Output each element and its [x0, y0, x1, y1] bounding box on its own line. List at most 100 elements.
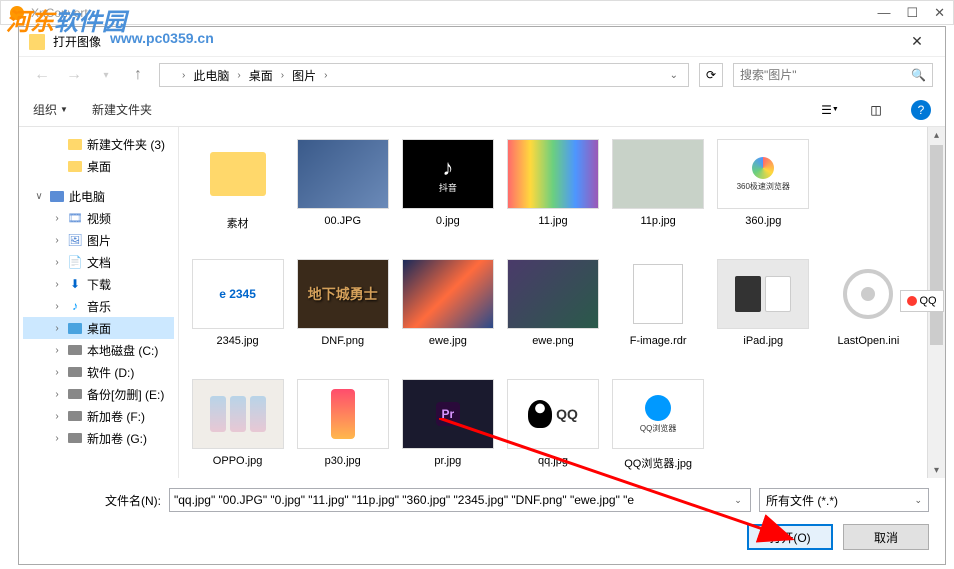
tree-item[interactable]: ∨此电脑: [23, 185, 174, 207]
tree-item[interactable]: › 软件 (D:): [23, 361, 174, 383]
tree-item[interactable]: ›本地磁盘 (C:): [23, 339, 174, 361]
tree-twisty-icon[interactable]: ›: [51, 367, 63, 378]
tree-item[interactable]: 新建文件夹 (3): [23, 133, 174, 155]
tree-twisty-icon[interactable]: ∨: [33, 191, 45, 202]
file-item[interactable]: QQ qq.jpg: [502, 375, 603, 478]
file-item[interactable]: 地下城勇士DNF.png: [292, 255, 393, 371]
address-bar[interactable]: › 此电脑 › 桌面 › 图片 › ⌄: [159, 63, 689, 87]
file-item[interactable]: 抖音0.jpg: [397, 135, 498, 251]
tree-item[interactable]: ›桌面: [23, 317, 174, 339]
tree-item-label: 备份[勿删] (E:): [87, 386, 164, 403]
open-button[interactable]: 打开(O): [747, 524, 833, 550]
tree-item[interactable]: ›🎞视频: [23, 207, 174, 229]
tree-item[interactable]: ›🖼图片: [23, 229, 174, 251]
tree-item[interactable]: ›♪音乐: [23, 295, 174, 317]
file-name: F-image.rdr: [630, 335, 687, 347]
close-icon[interactable]: ✕: [934, 5, 945, 21]
scroll-up-icon[interactable]: ▴: [928, 127, 945, 143]
tree-item[interactable]: ›新加卷 (F:): [23, 405, 174, 427]
tree-twisty-icon[interactable]: ›: [51, 389, 63, 400]
new-folder-button[interactable]: 新建文件夹: [92, 101, 152, 118]
scroll-down-icon[interactable]: ▾: [928, 462, 945, 478]
scroll-thumb[interactable]: [930, 145, 943, 345]
video-icon: 🎞: [67, 210, 83, 226]
content-area: 素材00.JPG抖音0.jpg11.jpg11p.jpg360极速浏览器360.…: [179, 127, 945, 478]
filename-combo[interactable]: ⌄: [169, 488, 751, 512]
tree-item[interactable]: › 备份[勿删] (E:): [23, 383, 174, 405]
chevron-right-icon[interactable]: ›: [182, 70, 185, 81]
tree-twisty-icon[interactable]: ›: [51, 345, 63, 356]
file-item[interactable]: 11p.jpg: [608, 135, 709, 251]
pc-icon: [49, 188, 65, 204]
file-thumbnail: QQ: [507, 379, 599, 449]
tree-item[interactable]: ›新加卷 (G:): [23, 427, 174, 449]
address-dropdown[interactable]: ⌄: [664, 70, 684, 81]
breadcrumb-item[interactable]: 图片: [288, 65, 320, 86]
search-icon[interactable]: 🔍: [911, 68, 926, 82]
tree-item[interactable]: [23, 177, 174, 185]
tree-twisty-icon[interactable]: ›: [51, 323, 63, 334]
qq-floating-badge[interactable]: QQ: [900, 290, 944, 312]
maximize-icon[interactable]: ☐: [906, 5, 918, 21]
file-item[interactable]: OPPO.jpg: [187, 375, 288, 478]
tree-item[interactable]: ›📄文档: [23, 251, 174, 273]
recent-dropdown[interactable]: ▾: [95, 64, 117, 86]
organize-menu[interactable]: 组织▼: [33, 101, 68, 118]
dialog-close-button[interactable]: ✕: [899, 32, 935, 52]
tree-twisty-icon[interactable]: ›: [51, 257, 63, 268]
file-item[interactable]: p30.jpg: [292, 375, 393, 478]
folder-icon: [67, 136, 83, 152]
file-item[interactable]: F-image.rdr: [608, 255, 709, 371]
tree-item[interactable]: ›⬇下载: [23, 273, 174, 295]
tree-twisty-icon[interactable]: ›: [51, 411, 63, 422]
tree-twisty-icon[interactable]: ›: [51, 235, 63, 246]
file-item[interactable]: e 23452345.jpg: [187, 255, 288, 371]
tree-twisty-icon[interactable]: ›: [51, 301, 63, 312]
back-button[interactable]: ←: [31, 64, 53, 86]
chevron-right-icon[interactable]: ›: [237, 70, 240, 81]
file-item[interactable]: 00.JPG: [292, 135, 393, 251]
chevron-right-icon[interactable]: ›: [281, 70, 284, 81]
file-item[interactable]: iPad.jpg: [713, 255, 814, 371]
tree-item[interactable]: 桌面: [23, 155, 174, 177]
breadcrumb-item[interactable]: 此电脑: [189, 65, 233, 86]
file-grid[interactable]: 素材00.JPG抖音0.jpg11.jpg11p.jpg360极速浏览器360.…: [179, 127, 927, 478]
tree-twisty-icon[interactable]: ›: [51, 279, 63, 290]
tree-item-label: 软件 (D:): [87, 364, 134, 381]
file-thumbnail: e 2345: [192, 259, 284, 329]
file-item[interactable]: QQ浏览器QQ浏览器.jpg: [608, 375, 709, 478]
folder-icon: [164, 70, 178, 81]
file-item[interactable]: ewe.jpg: [397, 255, 498, 371]
chevron-down-icon[interactable]: ⌄: [730, 495, 746, 506]
file-name: qq.jpg: [538, 455, 568, 467]
forward-button[interactable]: →: [63, 64, 85, 86]
search-input[interactable]: [740, 68, 911, 82]
preview-pane-button[interactable]: ◫: [865, 100, 887, 120]
file-type-filter[interactable]: 所有文件 (*.*) ⌄: [759, 488, 929, 512]
file-item[interactable]: 11.jpg: [502, 135, 603, 251]
folder-tree[interactable]: 新建文件夹 (3)桌面∨此电脑›🎞视频›🖼图片›📄文档›⬇下载›♪音乐›桌面›本…: [19, 127, 179, 478]
chevron-down-icon[interactable]: ⌄: [914, 495, 922, 506]
search-box[interactable]: 🔍: [733, 63, 933, 87]
file-item[interactable]: Prpr.jpg: [397, 375, 498, 478]
breadcrumb-item[interactable]: 桌面: [245, 65, 277, 86]
view-options-button[interactable]: ☰▼: [819, 100, 841, 120]
help-button[interactable]: ?: [911, 100, 931, 120]
file-item[interactable]: 素材: [187, 135, 288, 251]
dialog-titlebar: 打开图像 ✕: [19, 27, 945, 57]
file-item[interactable]: LastOpen.ini: [818, 255, 919, 371]
nav-row: ← → ▾ ↑ › 此电脑 › 桌面 › 图片 › ⌄ ⟳ 🔍: [19, 57, 945, 93]
minimize-icon[interactable]: —: [877, 5, 890, 21]
cancel-button[interactable]: 取消: [843, 524, 929, 550]
file-item[interactable]: ewe.png: [502, 255, 603, 371]
qq-penguin-icon: [907, 296, 917, 306]
up-button[interactable]: ↑: [127, 64, 149, 86]
tree-twisty-icon[interactable]: ›: [51, 213, 63, 224]
file-item[interactable]: 360极速浏览器360.jpg: [713, 135, 814, 251]
tree-twisty-icon[interactable]: ›: [51, 433, 63, 444]
drive-icon: [67, 342, 83, 358]
chevron-right-icon[interactable]: ›: [324, 70, 327, 81]
tree-item-label: 下载: [87, 276, 111, 293]
refresh-button[interactable]: ⟳: [699, 63, 723, 87]
filename-input[interactable]: [174, 493, 730, 507]
